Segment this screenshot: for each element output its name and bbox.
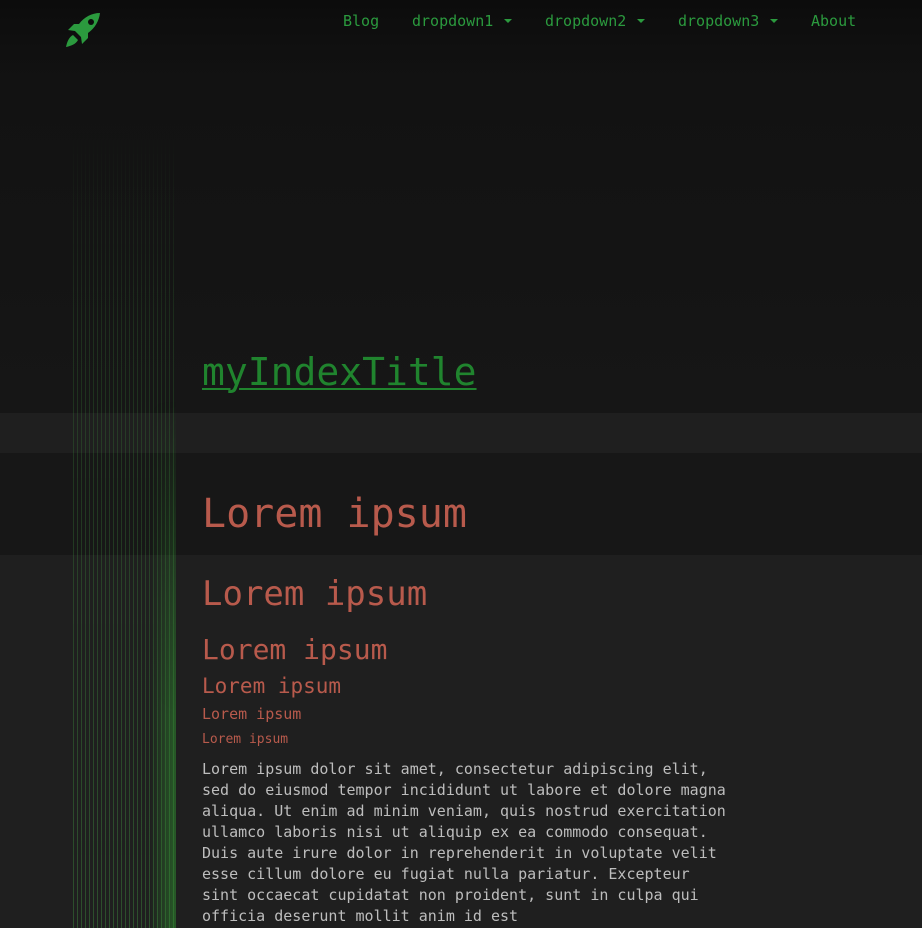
heading-2: Lorem ipsum [202,574,428,614]
caret-down-icon [504,18,513,23]
nav-blog-label: Blog [343,12,380,30]
navbar: Blog dropdown1 dropdown2 dropdown3 About [0,0,922,47]
nav-dropdown2-label: dropdown2 [545,12,627,30]
nav-dropdown1-label: dropdown1 [412,12,494,30]
heading-5: Lorem ipsum [202,705,302,723]
heading-1: Lorem ipsum [202,491,467,537]
caret-down-icon [770,18,779,23]
nav-dropdown2[interactable]: dropdown2 [545,11,646,31]
nav-dropdown3[interactable]: dropdown3 [678,11,779,31]
page-title-link[interactable]: myIndexTitle [202,348,477,396]
decorative-side-glow [150,400,176,928]
heading-3: Lorem ipsum [202,633,388,666]
nav-about-label: About [811,12,857,30]
nav-blog-link[interactable]: Blog [343,11,379,31]
nav-dropdown1[interactable]: dropdown1 [412,11,513,31]
heading-6: Lorem ipsum [202,732,289,747]
nav-dropdown3-label: dropdown3 [678,12,760,30]
heading-4: Lorem ipsum [202,674,342,698]
rocket-icon[interactable] [64,11,104,49]
nav-about-link[interactable]: About [811,11,856,31]
caret-down-icon [637,18,646,23]
lorem-paragraph: Lorem ipsum dolor sit amet, consectetur … [202,760,726,925]
